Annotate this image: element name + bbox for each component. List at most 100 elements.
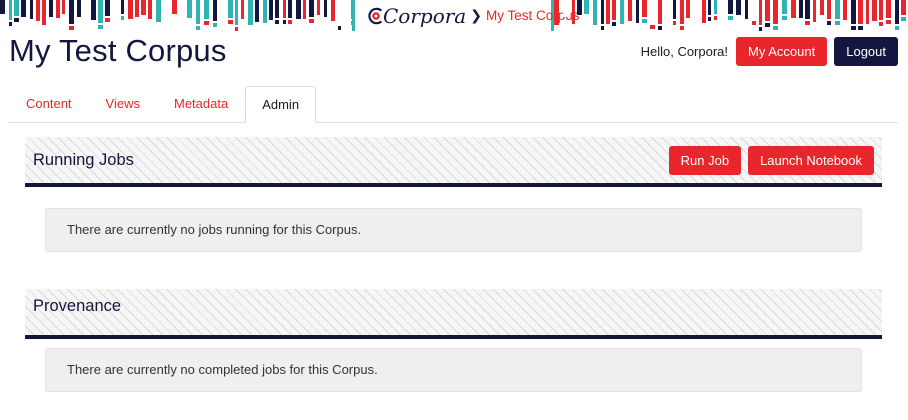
banner-stripe-tick	[827, 21, 831, 25]
banner-stripe	[248, 0, 253, 25]
banner-stripe-tick	[338, 26, 341, 30]
banner-stripe	[228, 0, 233, 18]
banner-stripe	[620, 0, 624, 24]
banner-stripe	[563, 0, 568, 17]
tab-views[interactable]: Views	[89, 86, 157, 122]
banner-stripe-tick	[601, 26, 604, 30]
banner-stripe-tick	[275, 20, 279, 24]
tab-metadata[interactable]: Metadata	[157, 86, 245, 122]
top-banner: Corpora ❯ My Test Corpus	[0, 0, 908, 31]
banner-stripe	[636, 0, 639, 23]
banner-stripe	[179, 0, 184, 18]
banner-stripe	[813, 0, 816, 22]
banner-stripe-tick	[851, 26, 856, 30]
banner-stripe-tick	[228, 20, 233, 24]
banner-stripe	[21, 0, 26, 17]
banner-stripe-tick	[901, 17, 906, 21]
banner-stripe	[165, 0, 170, 16]
banner-stripe	[36, 0, 40, 21]
banner-stripe	[42, 0, 46, 25]
banner-stripe	[680, 0, 684, 24]
banner-stripe	[673, 0, 676, 19]
banner-stripe	[745, 0, 748, 19]
corpora-logo[interactable]: Corpora	[367, 6, 466, 26]
banner-stripe-tick	[98, 25, 103, 29]
provenance-empty-message: There are currently no completed jobs fo…	[45, 348, 862, 392]
provenance-title: Provenance	[33, 297, 122, 315]
banner-stripe-tick	[288, 20, 292, 24]
banner-stripe	[554, 0, 559, 25]
banner-stripe	[843, 0, 847, 20]
banner-stripe-tick	[708, 17, 711, 21]
banner-stripe-tick	[773, 26, 778, 30]
banner-stripe	[612, 0, 616, 20]
my-account-button[interactable]: My Account	[736, 37, 828, 66]
banner-stripe	[91, 0, 96, 20]
logout-button[interactable]: Logout	[834, 37, 898, 66]
banner-stripe	[628, 0, 632, 21]
banner-stripe-tick	[69, 26, 74, 30]
banner-stripe	[172, 0, 177, 14]
banner-stripe	[791, 0, 796, 18]
banner-stripe-tick	[673, 21, 676, 25]
banner-stripe	[98, 0, 103, 23]
banner-stripe	[83, 0, 87, 22]
banner-stripe	[805, 0, 810, 19]
banner-stripe	[263, 0, 267, 23]
banner-stripe	[759, 0, 762, 25]
banner-stripe	[708, 0, 711, 15]
banner-stripe	[213, 0, 217, 21]
banner-stripe-tick	[14, 18, 19, 22]
banner-stripe-tick	[843, 22, 847, 26]
banner-stripe	[694, 0, 698, 20]
brand-bar: Corpora ❯ My Test Corpus	[352, 0, 580, 31]
banner-stripe	[14, 0, 19, 16]
banner-stripe	[773, 0, 778, 24]
banner-stripes-right	[554, 0, 908, 31]
banner-stripe	[606, 0, 610, 24]
running-jobs-title: Running Jobs	[33, 151, 134, 169]
banner-stripe	[584, 0, 589, 14]
banner-stripe	[601, 0, 604, 24]
banner-stripe	[338, 0, 341, 24]
banner-stripe	[0, 0, 5, 14]
banner-stripe	[851, 0, 856, 24]
banner-stripe-tick	[680, 26, 684, 30]
banner-stripe-tick	[141, 17, 146, 21]
banner-stripe-tick	[121, 16, 124, 20]
banner-stripe	[296, 0, 301, 19]
banner-stripe	[77, 0, 81, 17]
launch-notebook-button[interactable]: Launch Notebook	[748, 146, 874, 175]
banner-stripe-tick	[886, 20, 891, 24]
banner-stripe	[686, 0, 690, 18]
tab-admin[interactable]: Admin	[245, 86, 317, 123]
banner-stripe	[324, 0, 327, 17]
run-job-button[interactable]: Run Job	[668, 146, 742, 175]
banner-stripe-tick	[895, 26, 899, 30]
user-greeting: Hello, Corpora!	[640, 44, 729, 59]
banner-stripe-tick	[204, 21, 209, 25]
banner-stripe-tick	[702, 25, 706, 29]
banner-stripe	[288, 0, 292, 18]
banner-stripe	[572, 0, 575, 24]
banner-stripe	[886, 0, 891, 18]
banner-stripes-left	[0, 0, 352, 31]
banner-stripe	[879, 0, 883, 20]
banner-stripe	[765, 0, 770, 21]
running-jobs-header: Running Jobs Run Job Launch Notebook	[25, 137, 882, 187]
banner-stripe	[135, 0, 139, 17]
tab-content[interactable]: Content	[9, 86, 89, 122]
banner-stripe-tick	[835, 21, 840, 25]
banner-stripe-tick	[879, 22, 883, 26]
banner-stripe-tick	[650, 25, 655, 29]
banner-stripe	[303, 0, 306, 19]
banner-stripe	[255, 0, 259, 22]
banner-stripe	[235, 0, 238, 25]
banner-stripe	[799, 0, 803, 18]
banner-stripe	[665, 0, 670, 23]
banner-stripe-tick	[309, 19, 314, 23]
banner-stripe	[714, 0, 717, 14]
banner-stripe	[128, 0, 133, 19]
banner-stripe-tick	[782, 16, 787, 20]
banner-stripe-tick	[728, 16, 733, 20]
